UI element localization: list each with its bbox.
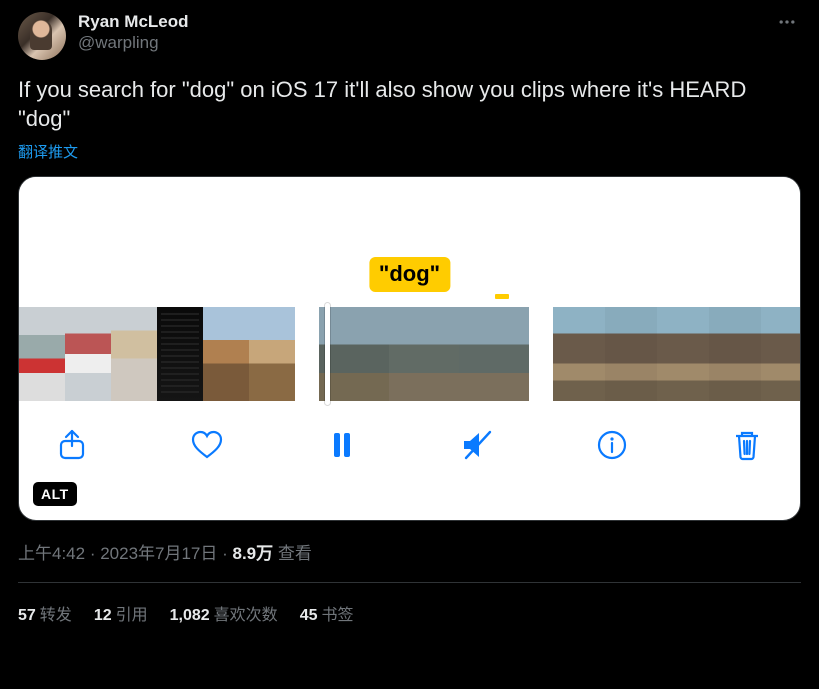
- video-toolbar: [19, 401, 800, 489]
- media-card[interactable]: "dog": [18, 176, 801, 521]
- mute-icon: [460, 428, 494, 462]
- clip-thumb: [459, 307, 529, 401]
- tweet: Ryan McLeod @warpling If you search for …: [0, 0, 819, 637]
- alt-badge[interactable]: ALT: [33, 482, 77, 506]
- tweet-meta[interactable]: 上午4:42 · 2023年7月17日 · 8.9万 查看: [18, 539, 801, 564]
- avatar[interactable]: [18, 12, 66, 60]
- stat-quotes[interactable]: 12引用: [94, 601, 148, 625]
- clip-thumb: [111, 307, 157, 401]
- stat-retweets[interactable]: 57转发: [18, 601, 72, 625]
- tweet-date: 2023年7月17日: [100, 544, 217, 563]
- info-button[interactable]: [591, 424, 633, 466]
- mute-button[interactable]: [456, 424, 498, 466]
- playhead[interactable]: [325, 303, 330, 405]
- clip-thumb: [203, 307, 249, 401]
- tweet-stats: 57转发 12引用 1,082喜欢次数 45书签: [18, 583, 801, 625]
- delete-button[interactable]: [726, 424, 768, 466]
- clip-thumb: [553, 307, 605, 401]
- views-label: 查看: [278, 544, 312, 563]
- more-button[interactable]: [773, 12, 801, 32]
- trash-icon: [730, 428, 764, 462]
- info-icon: [595, 428, 629, 462]
- clip-thumb: [389, 307, 459, 401]
- clip-thumb: [249, 307, 295, 401]
- pause-button[interactable]: [321, 424, 363, 466]
- tweet-header: Ryan McLeod @warpling: [18, 12, 801, 60]
- video-scrubber[interactable]: [19, 307, 800, 401]
- more-icon: [777, 12, 797, 32]
- share-button[interactable]: [51, 424, 93, 466]
- clip-group: [319, 307, 529, 401]
- translate-link[interactable]: 翻译推文: [18, 141, 801, 162]
- tweet-text: If you search for "dog" on iOS 17 it'll …: [18, 76, 801, 133]
- clip-group: [553, 307, 800, 401]
- display-name: Ryan McLeod: [78, 12, 773, 32]
- like-button[interactable]: [186, 424, 228, 466]
- stat-likes[interactable]: 1,082喜欢次数: [170, 601, 278, 625]
- media-top: "dog": [19, 177, 800, 307]
- clip-thumb: [19, 307, 65, 401]
- handle: @warpling: [78, 33, 773, 53]
- clip-thumb: [761, 307, 800, 401]
- clip-thumb: [657, 307, 709, 401]
- share-icon: [55, 428, 89, 462]
- clip-thumb: [605, 307, 657, 401]
- stat-bookmarks[interactable]: 45书签: [300, 601, 354, 625]
- author-names[interactable]: Ryan McLeod @warpling: [78, 12, 773, 53]
- pause-icon: [325, 428, 359, 462]
- heart-icon: [190, 428, 224, 462]
- clip-group: [19, 307, 295, 401]
- clip-thumb: [65, 307, 111, 401]
- clip-thumb: [709, 307, 761, 401]
- views-count: 8.9万: [233, 544, 274, 563]
- search-chip: "dog": [369, 257, 450, 292]
- clip-thumb: [157, 307, 203, 401]
- search-marker: [495, 294, 509, 299]
- tweet-time: 上午4:42: [18, 544, 85, 563]
